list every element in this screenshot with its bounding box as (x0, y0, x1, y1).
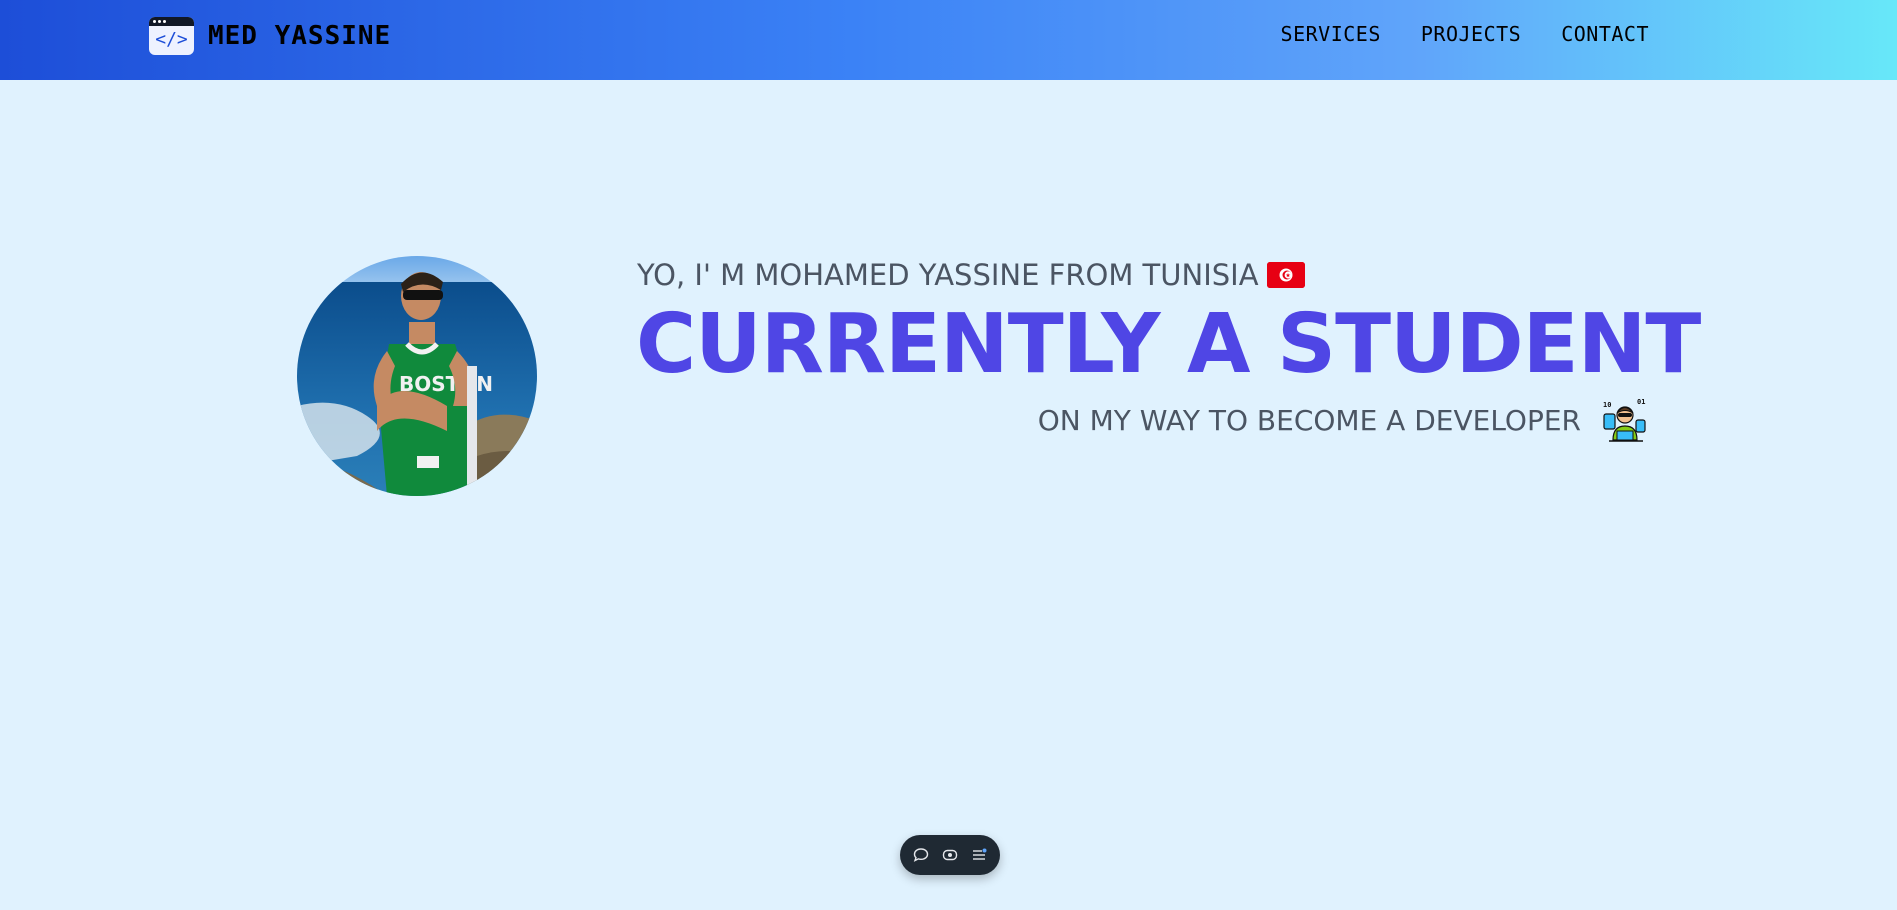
svg-text:01: 01 (1637, 398, 1645, 406)
brand-name: MED YASSINE (208, 21, 392, 51)
tunisia-flag-icon (1266, 262, 1305, 288)
intro-line: YO, I' M MOHAMED YASSINE FROM TUNISIA (637, 258, 1305, 292)
chat-bubble-icon[interactable] (910, 844, 932, 866)
developer-icon: 10 01 (1603, 398, 1647, 442)
brand[interactable]: </> MED YASSINE (149, 16, 391, 56)
logo-glyph: </> (155, 29, 188, 50)
nav-link-services[interactable]: SERVICES (1281, 22, 1381, 46)
site-header: </> MED YASSINE SERVICES PROJECTS CONTAC… (0, 0, 1897, 80)
list-menu-icon[interactable] (968, 844, 990, 866)
code-window-icon: </> (149, 17, 194, 55)
tagline-row: ON MY WAY TO BECOME A DEVELOPER 10 01 (1038, 398, 1647, 442)
main-nav: SERVICES PROJECTS CONTACT (1281, 22, 1649, 46)
nav-link-contact[interactable]: CONTACT (1561, 22, 1649, 46)
floating-toolbar (900, 835, 1000, 875)
svg-text:10: 10 (1603, 401, 1611, 409)
nav-link-projects[interactable]: PROJECTS (1421, 22, 1521, 46)
intro-text: YO, I' M MOHAMED YASSINE FROM TUNISIA (637, 258, 1259, 292)
tagline: ON MY WAY TO BECOME A DEVELOPER (1037, 403, 1581, 437)
profile-photo: BOSTON (297, 256, 537, 496)
eye-icon[interactable] (939, 844, 961, 866)
headline: CURRENTLY A STUDENT (636, 297, 1701, 392)
